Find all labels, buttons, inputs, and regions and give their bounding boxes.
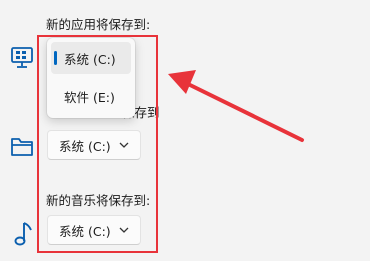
music-note-icon [12, 220, 34, 252]
music-save-label: 新的音乐将保存到: [46, 193, 151, 208]
chevron-down-icon [119, 142, 129, 148]
dropdown-option-system-c[interactable]: 系统 (C:) [51, 42, 131, 74]
documents-drive-select[interactable]: 系统 (C:) [47, 130, 141, 160]
selection-indicator [54, 51, 57, 65]
chevron-down-icon [119, 227, 129, 233]
music-drive-select[interactable]: 系统 (C:) [47, 215, 141, 245]
option-label: 软件 (E:) [64, 89, 115, 105]
documents-drive-value: 系统 (C:) [59, 138, 111, 154]
music-drive-value: 系统 (C:) [59, 223, 111, 239]
apps-save-label: 新的应用将保存到: [46, 17, 151, 32]
apps-drive-dropdown: 系统 (C:) 软件 (E:) [47, 38, 135, 118]
dropdown-option-software-e[interactable]: 软件 (E:) [51, 80, 131, 112]
monitor-icon [10, 46, 36, 74]
option-label: 系统 (C:) [64, 51, 116, 67]
folder-icon [10, 135, 36, 163]
